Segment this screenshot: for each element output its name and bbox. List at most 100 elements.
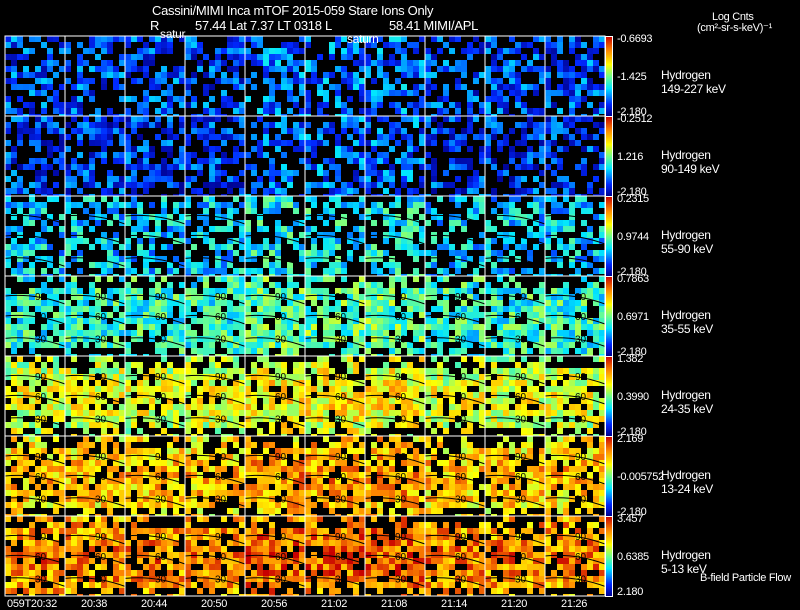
heatmap-cell xyxy=(263,380,269,386)
heatmap-cell xyxy=(77,152,83,158)
heatmap-cell xyxy=(23,422,29,428)
heatmap-cell xyxy=(191,36,197,42)
heatmap-cell xyxy=(299,410,305,416)
heatmap-cell xyxy=(593,356,599,362)
heatmap-cell xyxy=(581,208,587,214)
heatmap-cell xyxy=(401,220,407,226)
heatmap-cell xyxy=(443,374,449,380)
heatmap-cell xyxy=(419,66,425,72)
heatmap-cell xyxy=(251,250,257,256)
heatmap-cell xyxy=(455,164,461,170)
heatmap-cell xyxy=(371,318,377,324)
heatmap-cell xyxy=(569,122,575,128)
heatmap-cell xyxy=(47,356,53,362)
heatmap-cell xyxy=(281,176,287,182)
heatmap-cell xyxy=(437,128,443,134)
heatmap-cell xyxy=(437,348,443,354)
heatmap-cell xyxy=(275,262,281,268)
heatmap-cell xyxy=(335,140,341,146)
heatmap-cell xyxy=(227,410,233,416)
heatmap-cell xyxy=(77,268,83,274)
colorbar-step xyxy=(606,250,612,251)
heatmap-cell xyxy=(395,158,401,164)
heatmap-cell xyxy=(533,232,539,238)
heatmap-cell xyxy=(125,182,131,188)
heatmap-cell xyxy=(305,410,311,416)
colorbar-step xyxy=(606,242,612,243)
panel: 906030 xyxy=(4,275,66,357)
heatmap-cell xyxy=(407,306,413,312)
heatmap-cell xyxy=(509,128,515,134)
colorbar-step xyxy=(606,71,612,72)
heatmap-cell xyxy=(263,170,269,176)
contour-label: 90 xyxy=(215,372,227,383)
heatmap-cell xyxy=(137,226,143,232)
heatmap-cell xyxy=(179,312,185,318)
colorbar-step xyxy=(606,161,612,162)
heatmap-cell xyxy=(569,116,575,122)
heatmap-cell xyxy=(23,256,29,262)
heatmap-cell xyxy=(83,306,89,312)
contour-label: 60 xyxy=(275,312,287,323)
heatmap-cell xyxy=(251,422,257,428)
heatmap-cell xyxy=(503,342,509,348)
heatmap-cell xyxy=(149,170,155,176)
heatmap-cell xyxy=(155,362,161,368)
heatmap-cell xyxy=(389,324,395,330)
contour-label: 90 xyxy=(215,292,227,303)
heatmap-cell xyxy=(83,170,89,176)
colorbar-step xyxy=(606,415,612,416)
heatmap-cell xyxy=(491,342,497,348)
heatmap-cell xyxy=(497,146,503,152)
heatmap-cell xyxy=(113,116,119,122)
colorbar-step xyxy=(606,159,612,160)
heatmap-cell xyxy=(377,256,383,262)
heatmap-cell xyxy=(377,288,383,294)
colorbar-step xyxy=(606,351,612,352)
heatmap-cell xyxy=(185,374,191,380)
heatmap-cell xyxy=(233,42,239,48)
heatmap-cell xyxy=(113,374,119,380)
colorbar-step xyxy=(606,317,612,318)
heatmap-cell xyxy=(539,348,545,354)
heatmap-cell xyxy=(203,238,209,244)
heatmap-cell xyxy=(149,404,155,410)
heatmap-cell xyxy=(71,182,77,188)
heatmap-cell xyxy=(485,72,491,78)
heatmap-cell xyxy=(509,152,515,158)
heatmap-cell xyxy=(89,182,95,188)
panel: 906030 xyxy=(124,275,186,357)
panel xyxy=(424,35,486,117)
colorbar-step xyxy=(606,111,612,112)
heatmap-cell xyxy=(401,90,407,96)
heatmap-cell xyxy=(239,348,245,354)
heatmap-cell xyxy=(227,422,233,428)
heatmap-cell xyxy=(575,202,581,208)
heatmap-cell xyxy=(269,362,275,368)
heatmap-cell xyxy=(449,48,455,54)
heatmap-cell xyxy=(95,238,101,244)
contour-label: 60 xyxy=(395,312,407,323)
heatmap-cell xyxy=(323,72,329,78)
heatmap-cell xyxy=(413,116,419,122)
heatmap-cell xyxy=(239,152,245,158)
heatmap-cell xyxy=(245,300,251,306)
heatmap-cell xyxy=(323,122,329,128)
heatmap-cell xyxy=(383,262,389,268)
colorbar-step xyxy=(606,54,612,55)
heatmap-cell xyxy=(593,66,599,72)
heatmap-cell xyxy=(401,72,407,78)
colorbar-step xyxy=(606,368,612,369)
colorbar-step xyxy=(606,121,612,122)
heatmap-cell xyxy=(23,214,29,220)
heatmap-cell xyxy=(599,294,605,300)
heatmap-cell xyxy=(131,422,137,428)
colorbar-step xyxy=(606,106,612,107)
heatmap-cell xyxy=(41,208,47,214)
heatmap-cell xyxy=(581,164,587,170)
heatmap-cell xyxy=(365,90,371,96)
heatmap-cell xyxy=(449,196,455,202)
heatmap-cell xyxy=(209,152,215,158)
heatmap-cell xyxy=(377,54,383,60)
heatmap-cell xyxy=(461,244,467,250)
